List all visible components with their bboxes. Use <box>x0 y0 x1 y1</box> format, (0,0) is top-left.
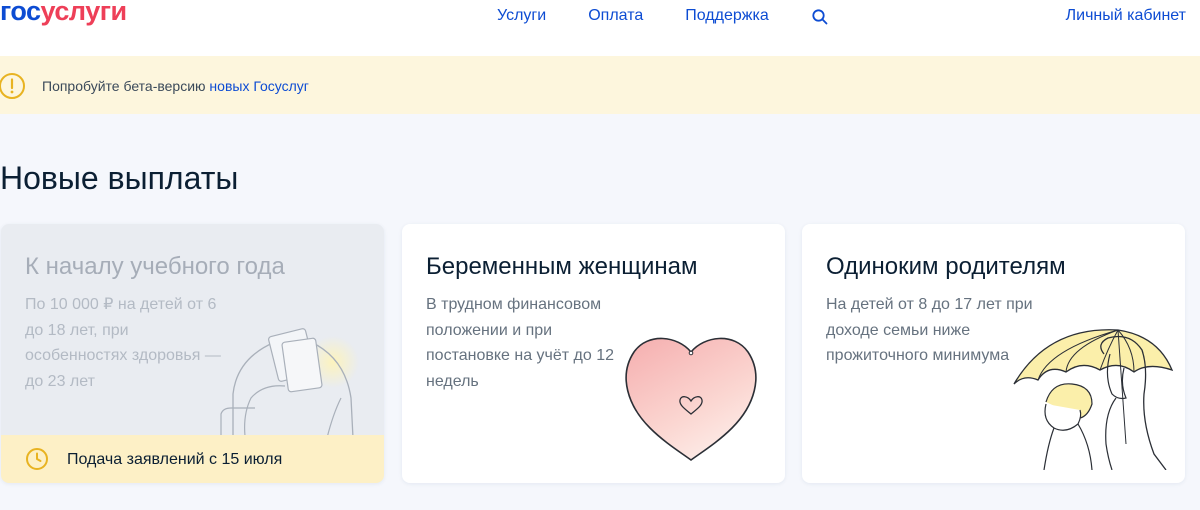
card-description: По 10 000 ₽ на детей от 6 до 18 лет, при… <box>25 296 221 390</box>
card-pregnant-women[interactable]: Беременным женщинам В трудном финансовом… <box>402 224 785 483</box>
nav-payment[interactable]: Оплата <box>588 6 643 26</box>
application-date-text: Подача заявлений с 15 июля <box>67 451 283 468</box>
beta-banner: Попробуйте бета-версию новых Госуслуг <box>0 56 1200 114</box>
card-single-parents[interactable]: Одиноким родителям На детей от 8 до 17 л… <box>802 224 1185 483</box>
card-title: К началу учебного года <box>25 253 285 280</box>
beta-banner-link[interactable]: новых Госуслуг <box>209 78 308 94</box>
card-school-year[interactable]: К началу учебного года По 10 000 ₽ на де… <box>1 224 384 483</box>
logo-part-uslugi: услуги <box>40 0 128 26</box>
gosuslugi-logo[interactable]: госуслуги <box>0 0 127 26</box>
card-description: На детей от 8 до 17 лет при доходе семьи… <box>826 296 1033 364</box>
beta-banner-text: Попробуйте бета-версию новых Госуслуг <box>42 77 309 95</box>
heart-illustration <box>625 337 757 461</box>
logo-part-gos: гос <box>0 0 41 26</box>
card-footer: Подача заявлений с 15 июля <box>1 435 384 483</box>
nav-services[interactable]: Услуги <box>497 6 546 26</box>
header: госуслуги Услуги Оплата Поддержка Личный… <box>0 0 1200 56</box>
beta-banner-message: Попробуйте бета-версию <box>42 78 210 94</box>
section-title: Новые выплаты <box>0 160 239 196</box>
warning-circle-icon <box>0 72 26 100</box>
card-title: Одиноким родителям <box>826 253 1066 280</box>
search-icon[interactable] <box>811 8 829 26</box>
nav-support[interactable]: Поддержка <box>685 6 768 26</box>
clock-icon <box>25 447 49 471</box>
card-description: В трудном финансовом положении и при пос… <box>426 296 615 390</box>
card-title: Беременным женщинам <box>426 253 698 280</box>
backpack-illustration <box>220 328 359 438</box>
personal-account-link[interactable]: Личный кабинет <box>1066 6 1186 26</box>
main-nav: Услуги Оплата Поддержка <box>497 6 829 26</box>
